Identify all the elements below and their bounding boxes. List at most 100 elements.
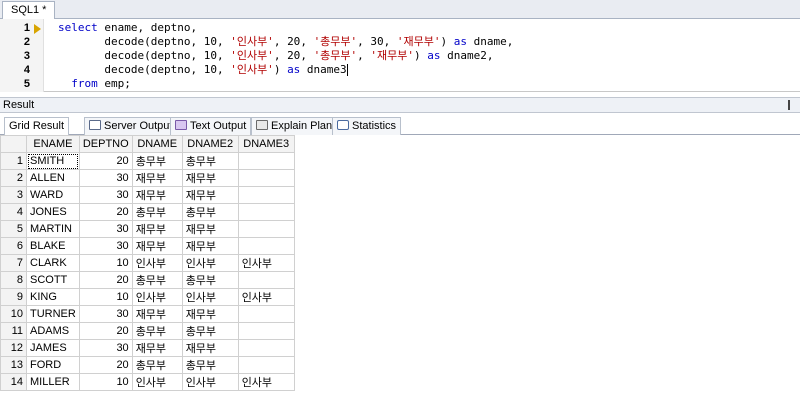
tab-explain-plan[interactable]: Explain Plan [251, 117, 338, 135]
code-text[interactable]: decode(deptno, 10, '인사부', 20, '총무부', '재무… [58, 49, 493, 63]
code-line[interactable]: 1 select ename, deptno, [0, 21, 800, 35]
sql-editor[interactable]: 1 select ename, deptno, 2 decode(deptno, 1… [0, 19, 800, 92]
table-row[interactable]: 3 WARD 30 재무부 재무부 [0, 186, 295, 204]
table-row[interactable]: 2 ALLEN 30 재무부 재무부 [0, 169, 295, 187]
cell-dname3[interactable]: 인사부 [237, 373, 295, 391]
cell-dname[interactable]: 총무부 [131, 152, 183, 170]
cell-ename[interactable]: FORD [26, 356, 80, 374]
table-row[interactable]: 8 SCOTT 20 총무부 총무부 [0, 271, 295, 289]
code-text[interactable]: from emp; [58, 77, 131, 91]
tab-server-output[interactable]: Server Output [84, 117, 178, 135]
table-row[interactable]: 6 BLAKE 30 재무부 재무부 [0, 237, 295, 255]
table-row[interactable]: 12 JAMES 30 재무부 재무부 [0, 339, 295, 357]
cell-deptno[interactable]: 30 [78, 305, 133, 323]
cell-dname2[interactable]: 인사부 [181, 254, 239, 272]
table-row[interactable]: 7 CLARK 10 인사부 인사부 인사부 [0, 254, 295, 272]
cell-ename[interactable]: JONES [26, 203, 80, 221]
code-line[interactable]: 3 decode(deptno, 10, '인사부', 20, '총무부', '… [0, 49, 800, 63]
cell-deptno[interactable]: 10 [78, 373, 133, 391]
cell-dname[interactable]: 총무부 [131, 271, 183, 289]
table-row[interactable]: 9 KING 10 인사부 인사부 인사부 [0, 288, 295, 306]
cell-deptno[interactable]: 20 [78, 356, 133, 374]
cell-deptno[interactable]: 20 [78, 152, 133, 170]
cell-deptno[interactable]: 10 [78, 254, 133, 272]
cell-dname[interactable]: 총무부 [131, 356, 183, 374]
cell-dname2[interactable]: 인사부 [181, 373, 239, 391]
cell-dname[interactable]: 총무부 [131, 203, 183, 221]
cell-dname2[interactable]: 재무부 [181, 169, 239, 187]
column-header-deptno[interactable]: DEPTNO [78, 135, 133, 153]
table-row[interactable]: 1 SMITH 20 총무부 총무부 [0, 152, 295, 170]
cell-dname2[interactable]: 총무부 [181, 152, 239, 170]
cell-dname3[interactable] [237, 186, 295, 204]
cell-dname3[interactable] [237, 305, 295, 323]
code-text[interactable]: decode(deptno, 10, '인사부') as dname3 [58, 63, 348, 77]
cell-dname3[interactable] [237, 356, 295, 374]
table-row[interactable]: 13 FORD 20 총무부 총무부 [0, 356, 295, 374]
code-line[interactable]: 5 from emp; [0, 77, 800, 91]
cell-ename[interactable]: ADAMS [26, 322, 80, 340]
cell-dname2[interactable]: 재무부 [181, 305, 239, 323]
cell-dname[interactable]: 재무부 [131, 339, 183, 357]
column-header-dname2[interactable]: DNAME2 [181, 135, 239, 153]
cell-deptno[interactable]: 30 [78, 237, 133, 255]
cell-dname[interactable]: 재무부 [131, 169, 183, 187]
result-grid[interactable]: ENAME DEPTNO DNAME DNAME2 DNAME3 1 SMITH 20 총무부… [0, 135, 295, 391]
cell-dname3[interactable]: 인사부 [237, 288, 295, 306]
cell-ename[interactable]: KING [26, 288, 80, 306]
cell-dname3[interactable] [237, 169, 295, 187]
cell-dname2[interactable]: 총무부 [181, 322, 239, 340]
cell-ename[interactable]: MILLER [26, 373, 80, 391]
cell-deptno[interactable]: 10 [78, 288, 133, 306]
tab-grid-result[interactable]: Grid Result [4, 117, 70, 263]
pin-icon[interactable] [788, 100, 796, 110]
cell-dname[interactable]: 인사부 [131, 254, 183, 272]
cell-deptno[interactable]: 30 [78, 339, 133, 357]
cell-ename[interactable]: JAMES [26, 339, 80, 357]
cell-ename[interactable]: MARTIN [26, 220, 80, 238]
cell-dname3[interactable] [237, 237, 295, 255]
tab-text-output[interactable]: Text Output [170, 117, 252, 135]
cell-dname2[interactable]: 재무부 [181, 339, 239, 357]
table-row[interactable]: 14 MILLER 10 인사부 인사부 인사부 [0, 373, 295, 391]
cell-deptno[interactable]: 20 [78, 271, 133, 289]
cell-dname3[interactable] [237, 203, 295, 221]
cell-ename[interactable]: BLAKE [26, 237, 80, 255]
column-header-ename[interactable]: ENAME [26, 135, 80, 153]
cell-ename[interactable]: ALLEN [26, 169, 80, 187]
cell-dname3[interactable] [237, 271, 295, 289]
column-header-dname3[interactable]: DNAME3 [237, 135, 295, 153]
cell-deptno[interactable]: 30 [78, 186, 133, 204]
cell-dname3[interactable] [237, 339, 295, 357]
cell-ename[interactable]: SCOTT [26, 271, 80, 289]
cell-dname[interactable]: 인사부 [131, 288, 183, 306]
cell-dname[interactable]: 재무부 [131, 186, 183, 204]
table-row[interactable]: 11 ADAMS 20 총무부 총무부 [0, 322, 295, 340]
code-text[interactable]: select ename, deptno, [58, 21, 197, 35]
code-line[interactable]: 4 decode(deptno, 10, '인사부') as dname3 [0, 63, 800, 77]
cell-ename[interactable]: WARD [26, 186, 80, 204]
cell-deptno[interactable]: 20 [78, 203, 133, 221]
column-header-dname[interactable]: DNAME [131, 135, 183, 153]
cell-dname2[interactable]: 총무부 [181, 203, 239, 221]
cell-dname[interactable]: 총무부 [131, 322, 183, 340]
cell-dname[interactable]: 재무부 [131, 220, 183, 238]
cell-ename[interactable]: SMITH [26, 152, 80, 170]
cell-dname3[interactable] [237, 322, 295, 340]
cell-dname[interactable]: 재무부 [131, 305, 183, 323]
cell-dname2[interactable]: 총무부 [181, 271, 239, 289]
table-row[interactable]: 5 MARTIN 30 재무부 재무부 [0, 220, 295, 238]
cell-dname2[interactable]: 총무부 [181, 356, 239, 374]
cell-deptno[interactable]: 30 [78, 220, 133, 238]
cell-dname2[interactable]: 인사부 [181, 288, 239, 306]
cell-dname[interactable]: 재무부 [131, 237, 183, 255]
cell-dname2[interactable]: 재무부 [181, 186, 239, 204]
cell-dname[interactable]: 인사부 [131, 373, 183, 391]
cell-dname2[interactable]: 재무부 [181, 237, 239, 255]
tab-statistics[interactable]: Statistics [332, 117, 402, 135]
cell-dname3[interactable] [237, 152, 295, 170]
table-row[interactable]: 4 JONES 20 총무부 총무부 [0, 203, 295, 221]
cell-dname3[interactable]: 인사부 [237, 254, 295, 272]
code-line[interactable]: 2 decode(deptno, 10, '인사부', 20, '총무부', 3… [0, 35, 800, 49]
cell-deptno[interactable]: 20 [78, 322, 133, 340]
